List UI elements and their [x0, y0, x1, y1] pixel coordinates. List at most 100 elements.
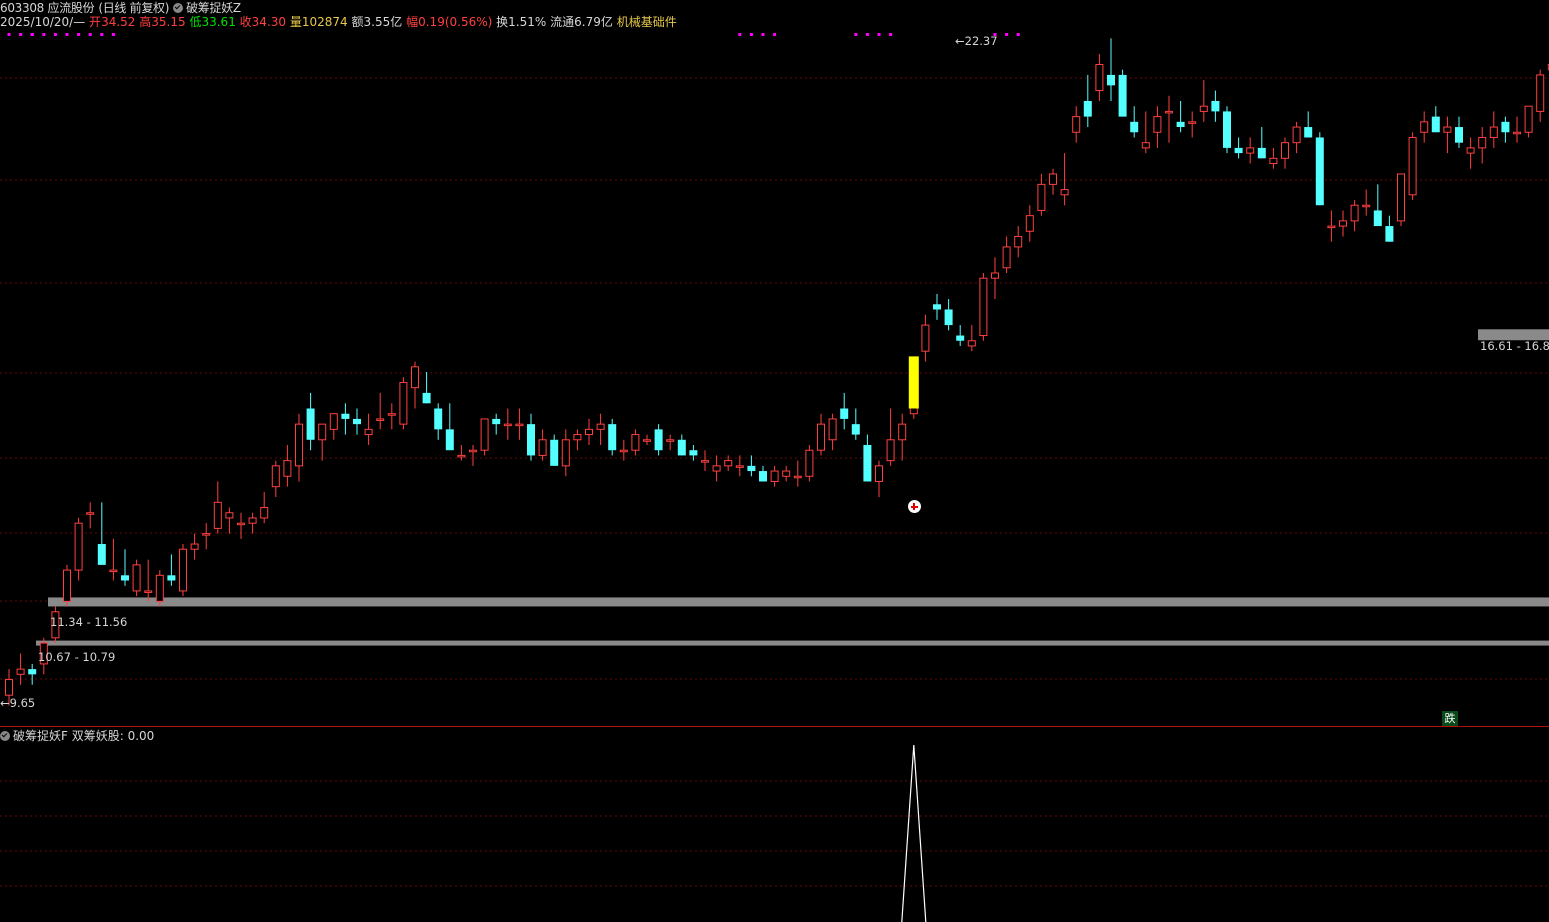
- candle-body-up: [724, 460, 733, 467]
- candle-body-up: [1269, 157, 1278, 165]
- event-marker: [65, 33, 69, 36]
- candle-body-up: [875, 465, 883, 482]
- candle-body-up: [1153, 116, 1162, 133]
- level-label-2: 11.34 - 11.56: [50, 615, 128, 629]
- buy-signal-icon[interactable]: [907, 500, 921, 513]
- candle-body-down: [422, 392, 431, 404]
- candle-body-up: [225, 512, 234, 519]
- candle-body-up: [979, 277, 988, 337]
- kline-chart[interactable]: [0, 0, 1549, 922]
- float-label: 流通: [550, 15, 575, 29]
- candle-body-up: [295, 423, 303, 467]
- candle-body-down: [1431, 116, 1440, 133]
- candle-body-down: [759, 471, 767, 482]
- max-price-label: ←22.37: [955, 34, 998, 48]
- candle-body-up: [179, 548, 187, 592]
- candle-body-up: [411, 366, 419, 389]
- candle-body-down: [1234, 147, 1243, 154]
- candle-body-up: [1141, 142, 1150, 149]
- candle-body-down: [747, 465, 756, 472]
- candle-body-up: [538, 439, 547, 456]
- candle-body-down: [1176, 121, 1185, 128]
- candle-body-down: [944, 309, 953, 326]
- event-marker: [88, 33, 92, 36]
- candle-body-up: [1397, 173, 1405, 222]
- candle-body-up: [271, 465, 280, 488]
- candle-body-up: [1014, 236, 1023, 248]
- close-value: 34.30: [251, 15, 287, 29]
- candle-body-up: [1292, 126, 1301, 144]
- candle-body-up: [469, 449, 477, 453]
- change-value: 0.19(0.56%): [418, 15, 493, 29]
- candle-body-down: [956, 335, 965, 341]
- event-marker: [111, 33, 115, 36]
- candle-body-up: [329, 413, 338, 430]
- candle-body-down: [1130, 121, 1139, 133]
- candle-body-up: [1165, 110, 1173, 114]
- candle-body-down: [840, 408, 849, 419]
- low-label: 低: [189, 15, 202, 29]
- candle-body-up: [1443, 126, 1452, 133]
- candle-body-up: [1281, 142, 1289, 159]
- candle-body-down: [28, 669, 37, 675]
- turnover-value: 1.51%: [508, 15, 547, 29]
- open-value: 34.52: [101, 15, 136, 29]
- candle-body-up: [1408, 136, 1417, 196]
- candle-body-up: [1002, 246, 1011, 269]
- amount-value: 3.55亿: [363, 15, 403, 29]
- candle-body-up: [283, 460, 292, 477]
- candle-body-down: [306, 408, 315, 440]
- event-marker: [877, 33, 881, 36]
- event-marker: [1005, 33, 1009, 36]
- fall-badge[interactable]: 跌: [1442, 711, 1458, 726]
- candle-body-up: [237, 522, 245, 526]
- candle-body-up: [596, 423, 605, 430]
- candle-body-up: [1339, 220, 1347, 227]
- candle-body-up: [144, 590, 153, 593]
- candle-body-down: [1107, 74, 1115, 86]
- candle-body-up: [770, 470, 779, 482]
- candle-body-up: [967, 340, 976, 347]
- candle-body-up: [898, 423, 907, 441]
- sub-indicator-check-icon[interactable]: [0, 731, 10, 741]
- candle-body-down: [1223, 111, 1231, 148]
- candle-body-up: [921, 324, 930, 352]
- event-marker: [42, 33, 46, 36]
- candle-body-down: [445, 429, 454, 451]
- candle-body-up: [793, 475, 802, 479]
- event-marker: [749, 33, 753, 36]
- open-label: 开: [89, 15, 102, 29]
- candle-body-up: [1072, 116, 1081, 133]
- candle-body-down: [167, 575, 176, 581]
- sector-label[interactable]: 机械基础件: [617, 15, 677, 29]
- event-marker: [100, 33, 104, 36]
- candle-body-up: [561, 439, 570, 467]
- candle-body-up: [585, 428, 593, 436]
- candle-body-up: [1095, 63, 1104, 92]
- candle-body-up: [109, 569, 118, 573]
- chip-band: [36, 640, 1549, 646]
- signal-bar: [908, 356, 919, 409]
- candle-body-up: [86, 512, 95, 515]
- turnover-label: 换: [496, 15, 509, 29]
- close-label: 收: [239, 15, 252, 29]
- sub-indicator-name[interactable]: 破筹捉妖F: [13, 729, 68, 743]
- candle-body-up: [1246, 147, 1255, 154]
- candle-body-up: [1524, 105, 1533, 133]
- candle-body-up: [515, 423, 524, 427]
- candle-body-up: [666, 439, 675, 442]
- candle-body-down: [1501, 121, 1510, 133]
- candle-body-up: [190, 543, 199, 550]
- candle-body-up: [1513, 131, 1521, 135]
- level-label-3: 10.67 - 10.79: [38, 650, 116, 664]
- candle-body-down: [1455, 127, 1463, 143]
- candle-body-up: [643, 439, 651, 442]
- candle-body-up: [701, 460, 709, 463]
- candle-body-up: [1025, 215, 1034, 232]
- candle-body-up: [619, 449, 628, 453]
- candle-body-down: [1211, 100, 1220, 112]
- pane-divider[interactable]: [0, 726, 1549, 727]
- candle-body-up: [1362, 204, 1371, 208]
- change-label: 幅: [406, 15, 419, 29]
- event-marker: [854, 33, 858, 36]
